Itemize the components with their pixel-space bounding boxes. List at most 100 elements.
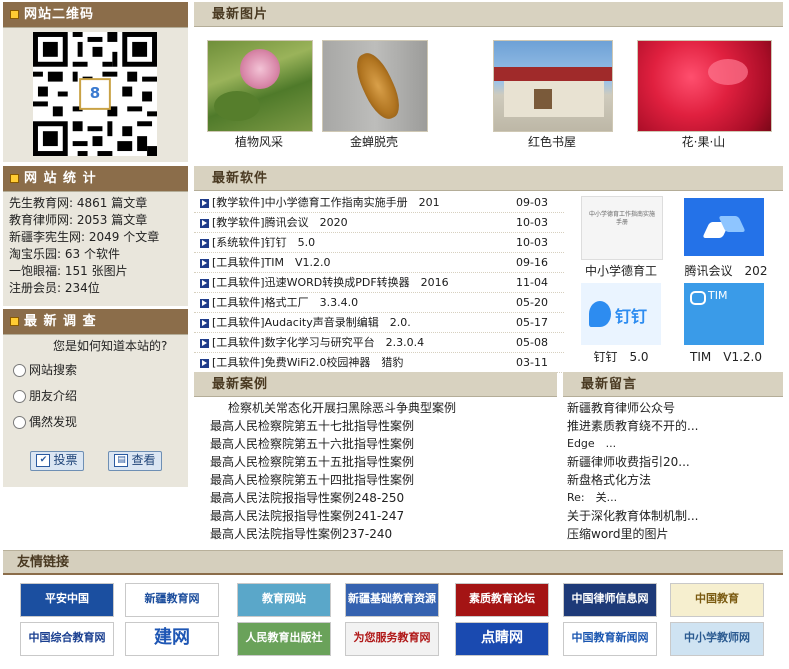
software-row[interactable]: [工具软件]迅速WORD转换成PDF转换器 2016 11-04 [194, 273, 564, 293]
photo-caption: 金蝉脱壳 [349, 135, 398, 149]
software-row[interactable]: [教学软件]中小学德育工作指南实施手册 201 09-03 [194, 193, 564, 213]
software-row[interactable]: [工具软件]TIM V1.2.0 09-16 [194, 253, 564, 273]
stats-item: 教育律师网: 2053 篇文章 [9, 213, 148, 227]
arrow-icon [200, 318, 209, 328]
radio-button[interactable] [13, 364, 26, 377]
photo-cicada[interactable] [322, 40, 428, 132]
tile-thumb-text: TIM [708, 289, 728, 302]
roof-shape [494, 67, 612, 81]
qr-logo: 8 [89, 84, 101, 102]
software-row[interactable]: [工具软件]免费WiFi2.0校园神器 猎豹 03-11 [194, 353, 564, 373]
survey-option-friend[interactable]: 朋友介绍 [13, 387, 77, 404]
messages-list: 新疆教育律师公众号 推进素质教育绕不开的... Edge ... 新疆律师收费指… [563, 399, 783, 547]
qr-section-header: 网站二维码 [3, 2, 188, 28]
message-link[interactable]: 新疆律师收费指引20... [563, 453, 783, 471]
software-row[interactable]: [教学软件]腾讯会议 2020 10-03 [194, 213, 564, 233]
photo-red-house[interactable] [493, 40, 613, 132]
friend-link-logo[interactable]: 新疆教育网 [125, 583, 219, 617]
stats-panel: 先生教育网: 4861 篇文章 教育律师网: 2053 篇文章 新疆李宪生网: … [3, 192, 188, 306]
message-link[interactable]: 新盘格式化方法 [563, 471, 783, 489]
friend-link-logo[interactable]: 素质教育论坛 [455, 583, 549, 617]
software-tile-tim[interactable]: TIM [684, 283, 764, 345]
photos-section-header: 最新图片 [194, 2, 783, 27]
software-row[interactable]: [工具软件]格式工厂 3.3.4.0 05-20 [194, 293, 564, 313]
stats-section-title: 网 站 统 计 [24, 171, 97, 186]
cicada-shape [349, 47, 407, 125]
tim-logo-icon [690, 291, 706, 305]
software-tile-tencent-meeting[interactable] [684, 198, 764, 256]
dingtalk-logo-icon [589, 301, 611, 327]
vote-button[interactable]: ✔ 投票 [30, 451, 84, 471]
case-link[interactable]: 最高人民法院报指导性案例241-247 [194, 507, 557, 525]
cases-section-title: 最新案例 [212, 377, 269, 392]
friend-link-logo[interactable]: 中小学教师网 [670, 622, 764, 656]
arrow-icon [200, 278, 209, 288]
friend-link-logo[interactable]: 中国教育新闻网 [563, 622, 657, 656]
case-link[interactable]: 最高人民法院报指导性案例248-250 [194, 489, 557, 507]
case-link[interactable]: 最高人民检察院第五十四批指导性案例 [194, 471, 557, 489]
tile-thumb-text: 钉钉 [615, 307, 648, 326]
message-link[interactable]: 压缩word里的图片 [563, 525, 783, 543]
tile-caption: 腾讯会议 202 [684, 264, 768, 278]
friend-link-logo[interactable]: 中国律师信息网 [563, 583, 657, 617]
photo-caption: 红色书屋 [527, 135, 576, 149]
arrow-icon [200, 258, 209, 268]
survey-section-title: 最 新 调 查 [24, 314, 97, 329]
software-section-header: 最新软件 [194, 166, 783, 191]
tencent-meeting-logo-icon [702, 216, 746, 240]
message-link[interactable]: Re: 关... [563, 489, 783, 507]
tile-caption: 中小学德育工 [584, 264, 657, 278]
arrow-icon [200, 238, 209, 248]
message-link[interactable]: 新疆教育律师公众号 [563, 399, 783, 417]
friend-link-logo[interactable]: 新疆基础教育资源网 [345, 583, 439, 617]
stats-item: 一饱眼福: 151 张图片 [9, 264, 128, 278]
software-tile-dingtalk[interactable]: 钉钉 [581, 283, 661, 345]
friend-link-logo[interactable]: 平安中国 [20, 583, 114, 617]
survey-option-search[interactable]: 网站搜索 [13, 361, 77, 378]
case-link[interactable]: 最高人民检察院第五十五批指导性案例 [194, 453, 557, 471]
message-link[interactable]: 关于深化教育体制机制... [563, 507, 783, 525]
window-shape [534, 89, 552, 109]
friend-link-logo[interactable]: 人民教育出版社 [237, 622, 331, 656]
survey-question: 您是如何知道本站的? [53, 339, 168, 353]
arrow-icon [200, 298, 209, 308]
flower-shape [240, 49, 280, 89]
software-section-title: 最新软件 [212, 171, 269, 186]
bullet-icon [10, 174, 19, 183]
arrow-icon [200, 338, 209, 348]
survey-option-chance[interactable]: 偶然发现 [13, 413, 77, 430]
tile-caption: TIM V1.2.0 [690, 350, 762, 364]
survey-section-header: 最 新 调 查 [3, 309, 188, 335]
links-section-header: 友情链接 [3, 550, 783, 573]
case-link[interactable]: 检察机关常态化开展扫黑除恶斗争典型案例 [194, 399, 557, 417]
leaf-highlight [708, 59, 748, 85]
case-link[interactable]: 最高人民检察院第五十六批指导性案例 [194, 435, 557, 453]
photo-caption: 植物风采 [234, 135, 283, 149]
checkmark-icon: ✔ [36, 454, 51, 467]
radio-button[interactable] [13, 390, 26, 403]
cases-section-header: 最新案例 [194, 372, 557, 397]
software-row[interactable]: [系统软件]钉钉 5.0 10-03 [194, 233, 564, 253]
software-row[interactable]: [工具软件]Audacity声音录制编辑 2.0. 05-17 [194, 313, 564, 333]
photo-caption: 花·果·山 [681, 135, 726, 149]
photo-plants[interactable] [207, 40, 313, 132]
arrow-icon [200, 358, 209, 368]
friend-link-logo[interactable]: 教育网站 [237, 583, 331, 617]
friend-link-logo[interactable]: 点睛网 [455, 622, 549, 656]
software-tile-moral-guide[interactable]: 中小学德育工作指南实施手册 [581, 196, 663, 260]
software-row[interactable]: [工具软件]数字化学习与研究平台 2.3.0.4 05-08 [194, 333, 564, 353]
friend-link-logo[interactable]: 中国教育 [670, 583, 764, 617]
friend-link-logo[interactable]: 为您服务教育网 [345, 622, 439, 656]
case-link[interactable]: 最高人民检察院第五十七批指导性案例 [194, 417, 557, 435]
friend-link-logo[interactable]: 中国综合教育网 [20, 622, 114, 656]
case-link[interactable]: 最高人民法院指导性案例237-240 [194, 525, 557, 543]
message-link[interactable]: 推进素质教育绕不开的... [563, 417, 783, 435]
stats-item: 淘宝乐园: 63 个软件 [9, 247, 120, 261]
radio-button[interactable] [13, 416, 26, 429]
friend-link-logo[interactable]: 建网 [125, 622, 219, 656]
view-results-button[interactable]: ▤ 查看 [108, 451, 162, 471]
message-link[interactable]: Edge ... [563, 435, 783, 453]
messages-section-title: 最新留言 [581, 377, 638, 392]
photo-red-leaves[interactable] [637, 40, 772, 132]
stats-item: 注册会员: 234位 [9, 281, 100, 295]
